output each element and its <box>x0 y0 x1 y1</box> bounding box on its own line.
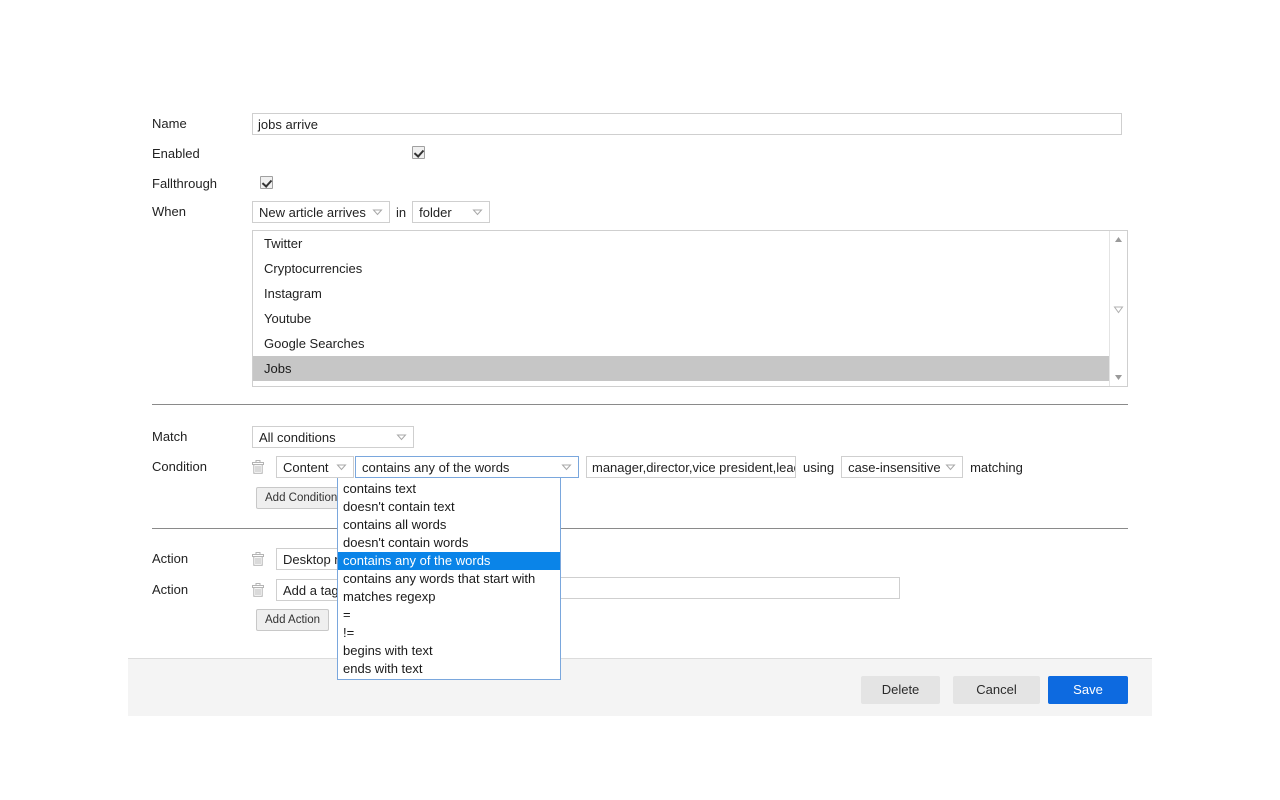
match-select[interactable]: All conditions <box>252 426 414 448</box>
dropdown-option[interactable]: contains any words that start with <box>338 570 560 588</box>
chevron-down-icon <box>336 462 347 473</box>
when-scope-value: folder <box>419 204 452 220</box>
condition-operator-value: contains any of the words <box>362 459 510 475</box>
match-value: All conditions <box>259 429 336 445</box>
chevron-down-icon <box>945 462 956 473</box>
dropdown-option-selected[interactable]: contains any of the words <box>338 552 560 570</box>
when-trigger-value: New article arrives <box>259 204 366 220</box>
condition-case-value: case-insensitive <box>848 459 941 475</box>
action-type-value-2: Add a tag <box>283 582 339 598</box>
delete-condition-icon[interactable] <box>252 460 264 474</box>
dropdown-option[interactable]: contains all words <box>338 516 560 534</box>
scroll-down-icon[interactable] <box>1110 369 1127 386</box>
fallthrough-label: Fallthrough <box>152 176 218 191</box>
action-value-input-2[interactable] <box>560 577 900 599</box>
dropdown-option[interactable]: matches regexp <box>338 588 560 606</box>
delete-action-icon[interactable] <box>252 583 264 597</box>
enabled-label: Enabled <box>152 146 200 161</box>
folder-listbox[interactable]: Twitter Cryptocurrencies Instagram Youtu… <box>252 230 1128 387</box>
chevron-down-icon <box>561 462 572 473</box>
list-item[interactable]: Twitter <box>253 231 1127 256</box>
dropdown-option[interactable]: != <box>338 624 560 642</box>
name-input[interactable]: jobs arrive <box>252 113 1122 135</box>
add-action-button[interactable]: Add Action <box>256 609 329 631</box>
condition-label: Condition <box>152 459 207 474</box>
dropdown-option[interactable]: = <box>338 606 560 624</box>
list-item[interactable]: Cryptocurrencies <box>253 256 1127 281</box>
condition-using-label: using <box>803 459 835 475</box>
section-divider-actions <box>152 528 1128 529</box>
section-divider-conditions <box>152 404 1128 405</box>
match-label: Match <box>152 429 188 444</box>
listbox-scrollbar[interactable] <box>1109 231 1127 386</box>
when-scope-select[interactable]: folder <box>412 201 491 223</box>
when-label: When <box>152 204 186 219</box>
action-label-1: Action <box>152 551 189 566</box>
chevron-down-icon <box>396 432 407 443</box>
add-condition-button[interactable]: Add Condition <box>256 487 347 509</box>
scroll-thumb-chevron-icon[interactable] <box>1110 303 1127 316</box>
enabled-row: Enabled <box>152 145 552 163</box>
condition-text-input[interactable]: manager,director,vice president,lead <box>586 456 796 478</box>
when-connector-label: in <box>396 204 407 220</box>
filter-editor-page: Name jobs arrive Enabled Fallthrough Whe… <box>0 0 1280 800</box>
dropdown-option[interactable]: ends with text <box>338 660 560 678</box>
condition-case-select[interactable]: case-insensitive <box>841 456 964 478</box>
condition-field-value: Content <box>283 459 329 475</box>
fallthrough-checkbox[interactable] <box>260 176 273 189</box>
condition-field-select[interactable]: Content <box>276 456 354 478</box>
condition-row: Condition Content contains any of the wo… <box>152 455 1052 479</box>
delete-button[interactable]: Delete <box>861 676 940 704</box>
list-item[interactable]: Instagram <box>253 281 1127 306</box>
name-row: Name jobs arrive <box>152 112 1132 136</box>
fallthrough-row: Fallthrough <box>152 175 552 193</box>
condition-matching-label: matching <box>970 459 1023 475</box>
when-row: When New article arrives in folder <box>152 200 752 224</box>
condition-operator-select[interactable]: contains any of the words <box>355 456 579 478</box>
list-item[interactable]: Youtube <box>253 306 1127 331</box>
match-row: Match All conditions <box>152 425 752 449</box>
delete-action-icon[interactable] <box>252 552 264 566</box>
list-item[interactable]: Google Searches <box>253 331 1127 356</box>
save-button[interactable]: Save <box>1048 676 1128 704</box>
operator-dropdown-list[interactable]: contains text doesn't contain text conta… <box>337 478 561 680</box>
name-label: Name <box>152 116 187 131</box>
dropdown-option[interactable]: begins with text <box>338 642 560 660</box>
dropdown-option[interactable]: contains text <box>338 480 560 498</box>
when-trigger-select[interactable]: New article arrives <box>252 201 390 223</box>
chevron-down-icon <box>372 207 383 218</box>
dropdown-option[interactable]: doesn't contain text <box>338 498 560 516</box>
footer-bar: Delete Cancel Save <box>128 658 1152 716</box>
chevron-down-icon <box>472 207 483 218</box>
list-item-selected[interactable]: Jobs <box>253 356 1127 381</box>
enabled-checkbox[interactable] <box>412 146 425 159</box>
action-row-1: Action Desktop notification <box>152 547 1052 571</box>
cancel-button[interactable]: Cancel <box>953 676 1040 704</box>
scroll-up-icon[interactable] <box>1110 231 1127 248</box>
action-label-2: Action <box>152 582 189 597</box>
dropdown-option[interactable]: doesn't contain words <box>338 534 560 552</box>
